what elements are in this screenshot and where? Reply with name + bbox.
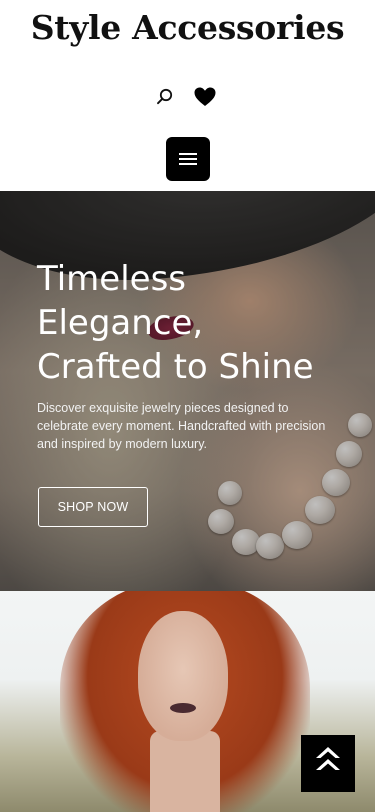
shop-now-button[interactable]: SHOP NOW <box>38 487 148 527</box>
menu-button[interactable] <box>166 137 210 181</box>
double-chevron-up-icon <box>315 746 341 781</box>
hero-banner: Timeless Elegance, Crafted to Shine Disc… <box>0 191 375 591</box>
hero-overlay <box>0 191 375 591</box>
model-lips <box>170 703 196 713</box>
model-face <box>138 611 228 741</box>
hero-description: Discover exquisite jewelry pieces design… <box>37 401 326 451</box>
scroll-to-top-button[interactable] <box>301 735 355 792</box>
brand-logo[interactable]: Style Accessories <box>0 8 375 47</box>
site-header: Style Accessories <box>0 0 375 191</box>
hero-title: Timeless Elegance, Crafted to Shine <box>37 259 314 387</box>
header-icons <box>0 84 375 110</box>
search-icon[interactable] <box>155 87 175 107</box>
model-neck <box>150 731 220 812</box>
heart-icon[interactable] <box>193 86 217 108</box>
